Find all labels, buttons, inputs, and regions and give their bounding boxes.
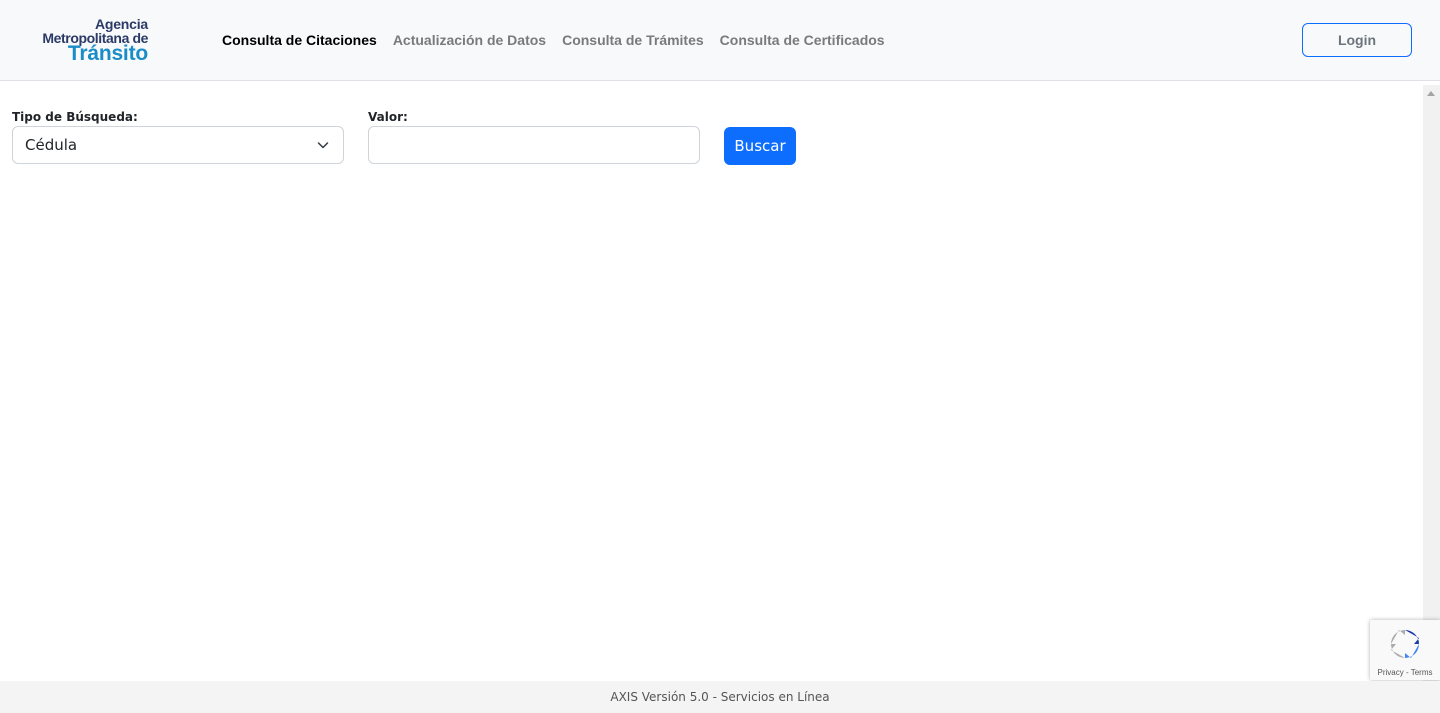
nav-consulta-citaciones[interactable]: Consulta de Citaciones xyxy=(222,30,377,50)
page-footer: AXIS Versión 5.0 - Servicios en Línea xyxy=(0,681,1440,713)
nav-actualizacion-datos[interactable]: Actualización de Datos xyxy=(393,30,546,50)
search-type-label: Tipo de Búsqueda: xyxy=(12,110,138,124)
value-label: Valor: xyxy=(368,110,408,124)
value-input[interactable] xyxy=(368,126,700,164)
login-button[interactable]: Login xyxy=(1302,23,1412,57)
scroll-up-arrow-icon[interactable] xyxy=(1427,91,1435,96)
search-type-value: Cédula xyxy=(25,136,78,154)
nav-consulta-tramites[interactable]: Consulta de Trámites xyxy=(562,30,704,50)
recaptcha-terms-link[interactable]: Terms xyxy=(1411,668,1433,677)
main-nav: Consulta de Citaciones Actualización de … xyxy=(222,30,885,50)
recaptcha-privacy-link[interactable]: Privacy xyxy=(1378,668,1404,677)
recaptcha-badge[interactable]: Privacy - Terms xyxy=(1370,620,1440,680)
search-type-select[interactable]: Cédula xyxy=(12,126,344,164)
logo-line-3: Tránsito xyxy=(67,42,148,65)
ant-logo[interactable]: Agencia Metropolitana de Tránsito xyxy=(28,16,148,65)
recaptcha-links: Privacy - Terms xyxy=(1370,668,1440,677)
logo-line-1: Agencia xyxy=(94,16,148,32)
top-navbar: Agencia Metropolitana de Tránsito Consul… xyxy=(0,0,1440,81)
recaptcha-separator: - xyxy=(1403,668,1411,677)
chevron-down-icon xyxy=(317,142,329,149)
nav-consulta-certificados[interactable]: Consulta de Certificados xyxy=(720,30,885,50)
vertical-scrollbar[interactable] xyxy=(1423,85,1440,681)
recaptcha-icon xyxy=(1391,630,1419,658)
search-button[interactable]: Buscar xyxy=(724,127,796,165)
footer-text: AXIS Versión 5.0 - Servicios en Línea xyxy=(610,690,830,704)
